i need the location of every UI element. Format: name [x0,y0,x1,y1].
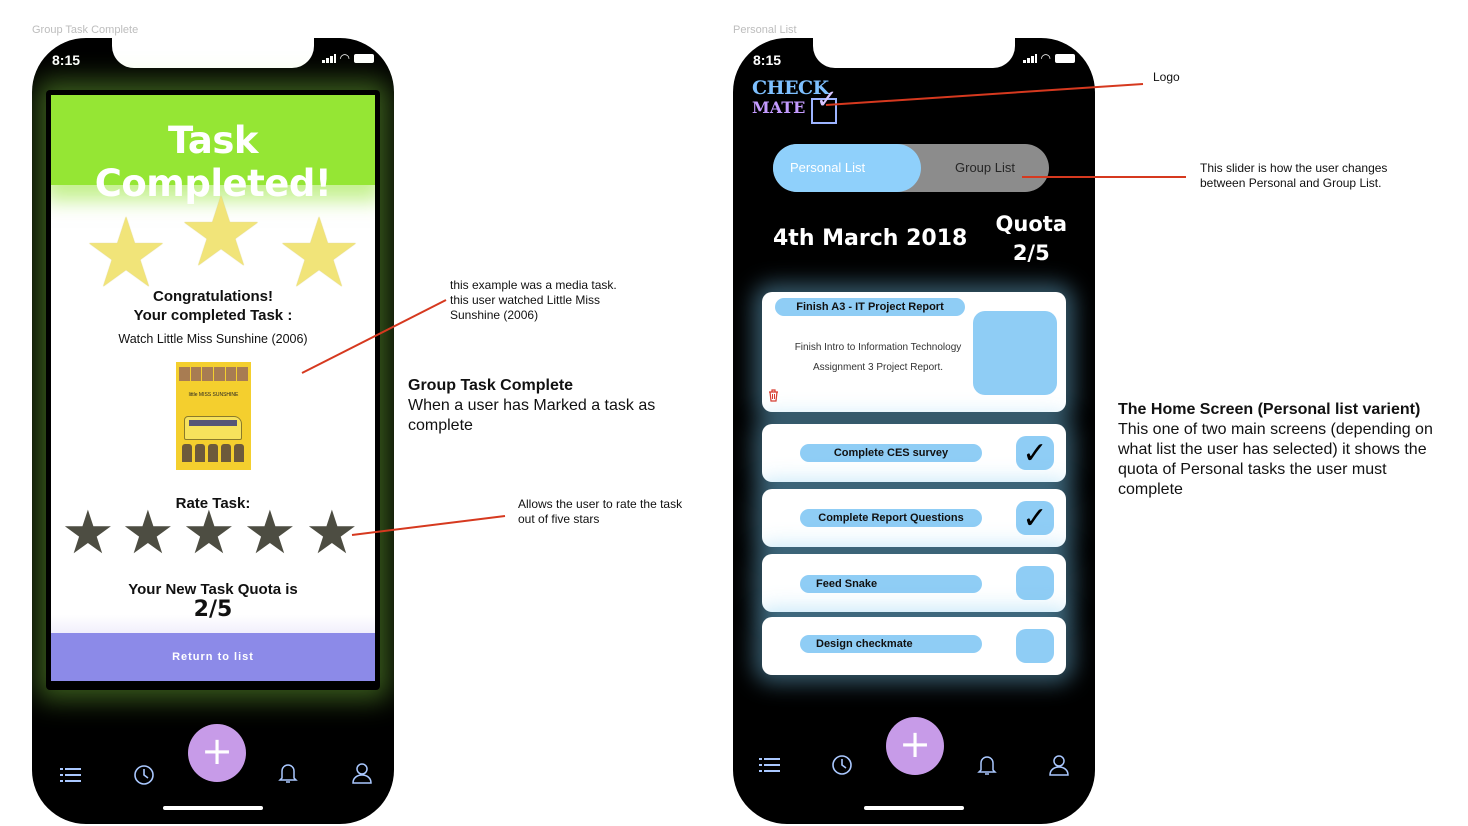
notch [813,38,1015,68]
task-title: Feed Snake [800,575,982,593]
signal-icon [321,53,336,63]
logo-checkmark-icon: ✓ [816,85,838,115]
movie-poster-image: little MISS SUNSHINE [176,362,251,470]
profile-icon[interactable] [1048,754,1070,781]
logo-note: Logo [1153,70,1180,84]
current-date: 4th March 2018 [773,226,968,251]
rating-star-3-icon[interactable]: ★ [182,503,236,563]
quota-label: Quota [995,212,1067,236]
frame-label-left: Group Task Complete [32,24,139,36]
trash-icon[interactable] [768,389,779,405]
task-complete-card: Task Completed! ★ ★ ★ Congratulations! Y… [51,95,375,681]
frame-label-right: Personal List [733,24,797,36]
personal-list-toggle[interactable]: Personal List [773,144,921,192]
task-checkbox-checked[interactable]: ✓ [1016,501,1054,536]
task-checkbox[interactable] [1016,629,1054,663]
media-note: this example was a media task. this user… [450,278,617,322]
task-complete-phone: 8:15 ◠ Task Completed! ★ ★ ★ Congratulat… [32,38,394,824]
quota-value: 2/5 [1012,241,1050,265]
status-time: 8:15 [753,52,782,68]
status-time: 8:15 [52,52,81,68]
congrats-line2: Your completed Task : [133,307,293,324]
slider-note: This slider is how the user changes betw… [1200,161,1388,190]
group-complete-text: When a user has Marked a task as complet… [408,397,656,434]
task-checkbox[interactable] [973,311,1057,395]
task-card[interactable]: Complete Report Questions ✓ [762,489,1066,547]
status-icons: ◠ [321,51,374,65]
list-toggle-slider[interactable]: Personal List Group List [773,144,1049,192]
notch [112,38,314,68]
home-indicator[interactable] [163,806,263,810]
rate-note: Allows the user to rate the task out of … [518,497,683,526]
rating-star-4-icon[interactable]: ★ [243,503,297,563]
quota-display: Quota 2/5 [996,210,1067,268]
task-card[interactable]: Complete CES survey ✓ [762,424,1066,482]
task-checkbox[interactable] [1016,566,1054,600]
home-indicator[interactable] [864,806,964,810]
list-icon[interactable] [759,757,781,778]
add-task-button[interactable]: + [188,724,246,782]
clock-icon[interactable] [133,764,155,791]
tab-bar: + [32,724,394,824]
group-complete-heading: Group Task Complete [408,377,574,394]
task-card[interactable]: Design checkmate [762,617,1066,675]
wifi-icon: ◠ [339,51,350,65]
clock-icon[interactable] [831,754,853,781]
new-quota-value: 2/5 [193,597,233,622]
task-card[interactable]: Feed Snake [762,554,1066,612]
status-icons: ◠ [1022,51,1075,65]
rating-star-5-icon[interactable]: ★ [305,503,359,563]
profile-icon[interactable] [351,762,373,789]
add-task-button[interactable]: + [886,717,944,775]
return-to-list-button[interactable]: Return to list [51,633,375,681]
battery-icon [1055,53,1075,63]
home-screen-text: This one of two main screens (depending … [1118,421,1433,498]
bell-icon[interactable] [278,762,298,789]
reward-star-icon: ★ [178,176,265,288]
completed-task-name: Watch Little Miss Sunshine (2006) [118,332,308,346]
tab-bar: + [733,717,1095,824]
task-checkbox-checked[interactable]: ✓ [1016,436,1054,471]
home-screen-phone: 8:15 ◠ CHECK MATE ✓ Personal List Group … [733,38,1095,824]
home-screen-description: The Home Screen (Personal list varient) … [1118,400,1438,500]
task-title: Design checkmate [800,635,982,653]
task-card[interactable]: Finish A3 - IT Project Report Finish Int… [762,292,1066,412]
poster-title: little MISS SUNSHINE [188,392,239,398]
new-quota-label: Your New Task Quota is [128,581,298,598]
home-screen-heading: The Home Screen (Personal list varient) [1118,401,1421,418]
task-description: Finish Intro to Information Technology A… [794,342,962,373]
congrats-text: Congratulations! Your completed Task : [51,287,375,325]
signal-icon [1022,53,1037,63]
congrats-line1: Congratulations! [153,288,273,305]
rating-star-2-icon[interactable]: ★ [121,503,175,563]
completed-header: Task Completed! [51,95,375,205]
task-title: Complete CES survey [800,444,982,462]
task-title: Complete Report Questions [800,509,982,527]
battery-icon [354,53,374,63]
list-icon[interactable] [60,767,82,788]
rating-star-1-icon[interactable]: ★ [61,503,115,563]
group-complete-description: Group Task Complete When a user has Mark… [408,376,688,436]
checkmate-logo: CHECK MATE ✓ [752,78,838,124]
group-list-toggle[interactable]: Group List [955,144,1015,192]
wifi-icon: ◠ [1040,51,1051,65]
task-title: Finish A3 - IT Project Report [775,298,965,316]
bell-icon[interactable] [977,754,997,781]
